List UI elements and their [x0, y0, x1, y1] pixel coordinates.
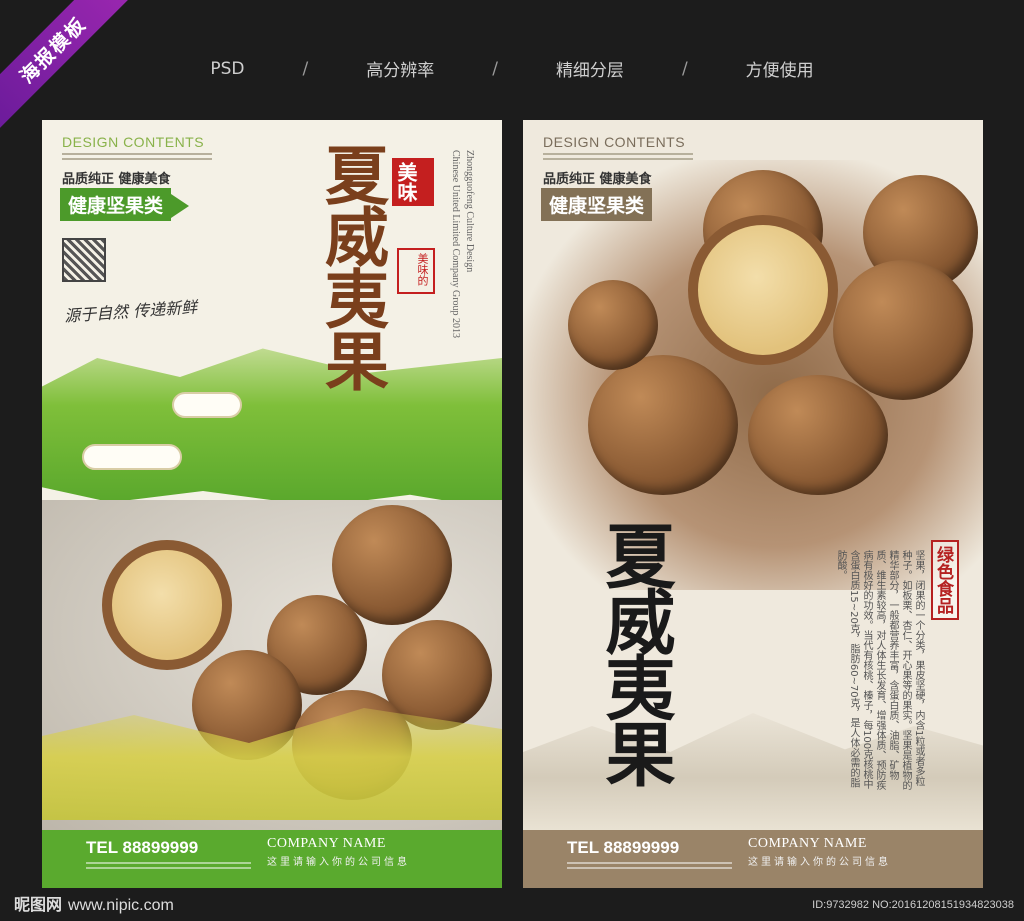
separator: /: [492, 58, 498, 79]
filler-lines: [543, 153, 693, 163]
open-macadamia-nut: [102, 540, 232, 670]
feature-layers: 精细分层: [555, 61, 624, 81]
tasty-badge: 美味: [392, 158, 434, 206]
site-name: 昵图网: [14, 895, 63, 914]
poster-brown: DESIGN CONTENTS 品质纯正 健康美食 健康坚果类 夏威夷果 绿色食…: [523, 120, 983, 888]
feature-bar: PSD / 高分辨率 / 精细分层 / 方便使用: [0, 56, 1024, 82]
company-info: 这里请输入你的公司信息: [748, 857, 891, 868]
phone-number: TEL 88899999: [567, 838, 680, 857]
company-name: COMPANY NAME: [267, 836, 386, 851]
footer-bar: TEL 88899999 COMPANY NAME 这里请输入你的公司信息: [42, 830, 502, 888]
company-vertical-line: Chinese United Limited Company Group 201…: [450, 150, 461, 339]
poster-green: DESIGN CONTENTS 品质纯正 健康美食 健康坚果类 源于自然 传递新…: [42, 120, 502, 888]
image-id: ID:9732982 NO:20161208151934823038: [812, 899, 1014, 911]
qr-code: [62, 238, 106, 282]
filler-lines: [86, 862, 251, 872]
poster-title: 夏威夷果: [594, 520, 677, 784]
open-macadamia-nut: [688, 215, 838, 365]
red-seal: 美味的: [397, 248, 435, 294]
design-contents-label: DESIGN CONTENTS: [543, 134, 686, 150]
filler-lines: [567, 862, 732, 872]
company-name: COMPANY NAME: [748, 836, 867, 851]
separator: /: [302, 58, 309, 79]
phone-number: TEL 88899999: [86, 838, 199, 857]
macadamia-nut: [568, 280, 658, 370]
category-tag: 健康坚果类: [60, 188, 190, 221]
category-label: 健康坚果类: [68, 195, 164, 217]
company-vertical-line: Zhongguofeng Culture Design: [464, 150, 475, 273]
green-food-badge: 绿色食品: [931, 540, 959, 620]
macadamia-nut: [833, 260, 973, 400]
feature-psd: PSD: [210, 58, 245, 79]
feature-high-res: 高分辨率: [366, 61, 435, 81]
green-paint-wash: [42, 348, 502, 510]
category-tag: 健康坚果类: [541, 188, 653, 221]
footer-bar: TEL 88899999 COMPANY NAME 这里请输入你的公司信息: [523, 830, 983, 888]
design-contents-label: DESIGN CONTENTS: [62, 134, 205, 150]
site-url: www.nipic.com: [68, 897, 174, 914]
macadamia-nut: [748, 375, 888, 495]
description-text: 坚果，闭果的一个分类，果皮坚硬，内含1粒或者多粒种子。如板栗、杏仁、开心果等的果…: [835, 550, 924, 790]
tag-tail: [171, 194, 190, 218]
site-watermark: 昵图网 www.nipic.com: [14, 891, 174, 915]
company-block: COMPANY NAME 这里请输入你的公司信息: [267, 836, 410, 868]
macadamia-nut: [588, 355, 738, 495]
cloud-decoration: [82, 444, 182, 470]
company-vertical-text: Zhongguofeng Culture Design Chinese Unit…: [448, 150, 476, 338]
cloud-decoration: [172, 392, 242, 418]
category-label: 健康坚果类: [549, 195, 645, 217]
company-block: COMPANY NAME 这里请输入你的公司信息: [748, 836, 891, 868]
feature-easy: 方便使用: [745, 61, 814, 81]
company-info: 这里请输入你的公司信息: [267, 857, 410, 868]
filler-lines: [62, 153, 212, 163]
poster-title: 夏威夷果: [314, 142, 389, 390]
tagline: 品质纯正 健康美食: [543, 172, 652, 187]
tagline: 品质纯正 健康美食: [62, 172, 171, 187]
separator: /: [681, 58, 688, 79]
handwriting-slogan: 源于自然 传递新鲜: [63, 297, 198, 326]
